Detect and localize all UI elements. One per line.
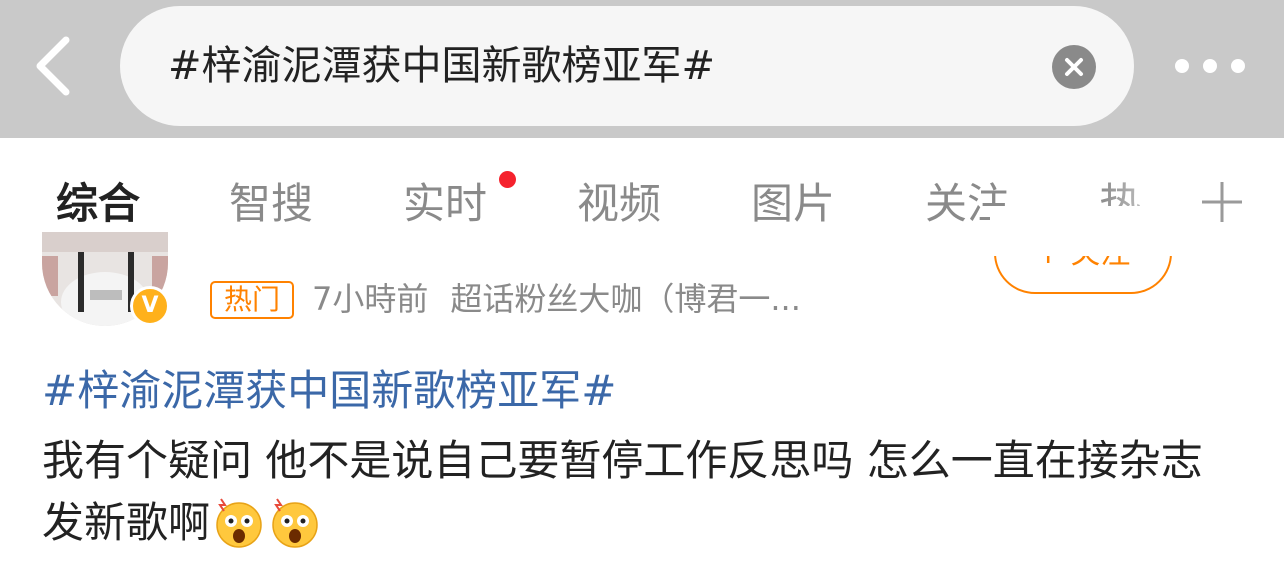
hot-badge: 热门: [210, 281, 294, 319]
search-input[interactable]: #梓渝泥潭获中国新歌榜亚军#: [120, 6, 1134, 126]
post-text: 我有个疑问 他不是说自己要暂停工作反思吗 怎么一直在接杂志发新歌啊: [42, 430, 1242, 554]
chevron-left-icon: [36, 36, 70, 96]
shocked-emoji-icon: [272, 498, 318, 548]
post-time: 7小時前: [312, 280, 429, 318]
search-query: #梓渝泥潭获中国新歌榜亚军#: [168, 43, 716, 89]
verified-badge: V: [130, 286, 170, 326]
more-dots-icon: [1175, 59, 1245, 73]
post-meta: 7小時前 超话粉丝大咖（博君一...: [312, 276, 801, 322]
tab-images[interactable]: 图片: [751, 178, 835, 230]
close-icon: [1065, 58, 1083, 76]
tab-smart-search[interactable]: 智搜: [229, 178, 313, 230]
plus-icon: [1202, 182, 1242, 222]
add-tab-button[interactable]: [1200, 180, 1244, 224]
clear-search-button[interactable]: [1052, 45, 1096, 89]
shocked-emoji-icon: [216, 498, 262, 548]
tab-video[interactable]: 视频: [577, 178, 661, 230]
scroll-clip: [990, 206, 1176, 256]
post-hashtag[interactable]: #梓渝泥潭获中国新歌榜亚军#: [42, 362, 616, 420]
new-content-dot: [499, 171, 516, 188]
search-header: #梓渝泥潭获中国新歌榜亚军#: [0, 0, 1284, 138]
tab-comprehensive[interactable]: 综合: [56, 178, 140, 230]
more-button[interactable]: [1170, 54, 1250, 78]
post-source[interactable]: 超话粉丝大咖（博君一...: [450, 280, 801, 318]
back-button[interactable]: [26, 30, 82, 102]
tab-realtime[interactable]: 实时: [403, 178, 487, 230]
